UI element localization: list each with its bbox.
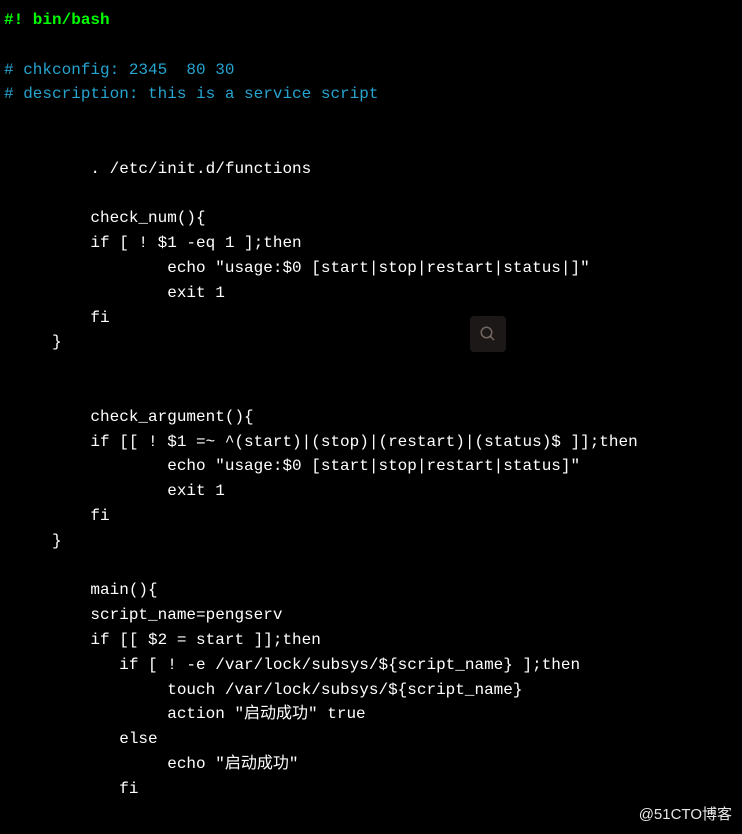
code-line: check_num(){ [4, 206, 738, 231]
code-line [4, 380, 738, 405]
code-line: } [4, 529, 738, 554]
search-icon [479, 325, 497, 343]
code-line: fi [4, 777, 738, 802]
code-line: fi [4, 504, 738, 529]
code-line [4, 132, 738, 157]
code-line: if [[ $2 = start ]];then [4, 628, 738, 653]
code-line: if [[ ! $1 =~ ^(start)|(stop)|(restart)|… [4, 430, 738, 455]
code-line: # description: this is a service script [4, 82, 738, 107]
code-line: else [4, 727, 738, 752]
code-line: echo "启动成功" [4, 752, 738, 777]
code-line: # chkconfig: 2345 80 30 [4, 58, 738, 83]
code-line: . /etc/init.d/functions [4, 157, 738, 182]
code-line: echo "usage:$0 [start|stop|restart|statu… [4, 454, 738, 479]
code-line [4, 182, 738, 207]
search-overlay[interactable] [470, 316, 506, 352]
code-line: exit 1 [4, 281, 738, 306]
code-line: fi [4, 306, 738, 331]
code-line [4, 107, 738, 132]
code-line: script_name=pengserv [4, 603, 738, 628]
code-line: #! bin/bash [4, 8, 738, 33]
code-editor: #! bin/bash # chkconfig: 2345 80 30# des… [4, 8, 738, 802]
code-line: exit 1 [4, 479, 738, 504]
code-line: touch /var/lock/subsys/${script_name} [4, 678, 738, 703]
code-line: if [ ! $1 -eq 1 ];then [4, 231, 738, 256]
code-line: action "启动成功" true [4, 702, 738, 727]
code-line [4, 33, 738, 58]
code-line [4, 355, 738, 380]
code-line: echo "usage:$0 [start|stop|restart|statu… [4, 256, 738, 281]
watermark: @51CTO博客 [639, 803, 732, 826]
code-line [4, 554, 738, 579]
code-line: check_argument(){ [4, 405, 738, 430]
code-line: if [ ! -e /var/lock/subsys/${script_name… [4, 653, 738, 678]
code-line: } [4, 330, 738, 355]
code-line: main(){ [4, 578, 738, 603]
